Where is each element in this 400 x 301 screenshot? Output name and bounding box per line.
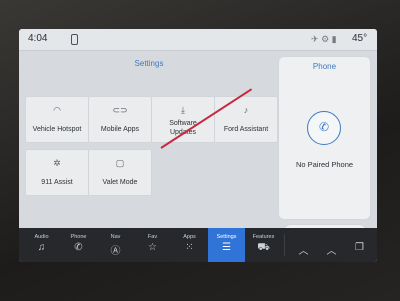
- apps-icon: ⁙: [185, 242, 194, 253]
- tile-mobile-apps[interactable]: ⊂⊃ Mobile Apps: [88, 96, 152, 143]
- nav-nav[interactable]: Nav Ⓐ: [97, 228, 134, 262]
- tile-label: Vehicle Hotspot: [32, 126, 82, 133]
- tile-label: 911 Assist: [41, 179, 73, 186]
- phone-panel: Phone ✆ No Paired Phone: [278, 56, 371, 220]
- settings-icon: ☰: [222, 242, 231, 253]
- signal-icon: ▮: [331, 34, 337, 44]
- tile-ford-assistant[interactable]: ♪ Ford Assistant: [214, 96, 278, 143]
- nav-phone[interactable]: Phone ✆: [60, 228, 97, 262]
- nav-label: Audio: [34, 234, 49, 240]
- nav-label: Settings: [216, 234, 237, 240]
- phone-status-icon: [71, 34, 78, 45]
- tile-label: Ford Assistant: [223, 126, 269, 133]
- link-icon: ⊂⊃: [112, 105, 128, 115]
- nav-label: Apps: [183, 234, 196, 240]
- gear-icon: ✲: [53, 158, 61, 168]
- download-icon: ⤓: [181, 105, 185, 115]
- tile-911-assist[interactable]: ✲ 911 Assist: [25, 149, 89, 196]
- nav-label: Fav: [147, 234, 158, 240]
- phone-icon: ✆: [74, 242, 83, 253]
- hotspot-icon: ◠: [53, 105, 61, 115]
- music-icon: ♫: [37, 242, 46, 253]
- nav-fav[interactable]: Fav ☆: [134, 228, 171, 262]
- wifi-off-icon: ✈: [311, 34, 319, 44]
- clock: 4:04: [28, 33, 48, 44]
- star-icon: ☆: [148, 242, 157, 253]
- phone-status-text: No Paired Phone: [295, 160, 354, 169]
- display-bezel: 4:04 ✈ ⚙ ▮ 45° Settings ◠ Vehicle Hotspo…: [0, 0, 400, 301]
- tile-label: Mobile Apps: [100, 126, 140, 133]
- bottom-nav: Audio ♫ Phone ✆ Nav Ⓐ Fav ☆ Apps ⁙ Setti…: [19, 228, 377, 262]
- settings-panel: Settings ◠ Vehicle Hotspot ⊂⊃ Mobile App…: [25, 55, 278, 248]
- phone-title: Phone: [312, 62, 337, 71]
- nav-label: Features: [252, 234, 275, 240]
- tile-valet-mode[interactable]: ▢ Valet Mode: [88, 149, 152, 196]
- car-icon: ⛟: [257, 242, 270, 253]
- settings-icon: ⚙: [321, 34, 330, 44]
- nav-features[interactable]: Features ⛟: [245, 228, 282, 262]
- status-icons: ✈ ⚙ ▮: [311, 34, 337, 45]
- compass-icon: Ⓐ: [110, 246, 121, 257]
- tile-label: Valet Mode: [102, 179, 138, 186]
- outside-temperature: 45°: [352, 33, 368, 44]
- nav-apps[interactable]: Apps ⁙: [171, 228, 208, 262]
- valet-icon: ▢: [115, 158, 125, 168]
- phone-handset-icon: ✆: [318, 120, 330, 134]
- copy-icon: ❐: [355, 242, 364, 253]
- infotainment-screen: 4:04 ✈ ⚙ ▮ 45° Settings ◠ Vehicle Hotspo…: [19, 29, 377, 262]
- tile-vehicle-hotspot[interactable]: ◠ Vehicle Hotspot: [25, 96, 89, 143]
- nav-label: Phone: [70, 234, 87, 240]
- status-bar: 4:04 ✈ ⚙ ▮ 45°: [19, 29, 377, 51]
- nav-settings[interactable]: Settings ☰: [208, 228, 245, 262]
- nav-audio[interactable]: Audio ♫: [23, 228, 60, 262]
- phone-circle[interactable]: ✆: [307, 111, 341, 145]
- settings-title: Settings: [134, 59, 164, 68]
- nav-label: Nav: [110, 234, 121, 240]
- nav-copy[interactable]: ❐: [341, 228, 377, 262]
